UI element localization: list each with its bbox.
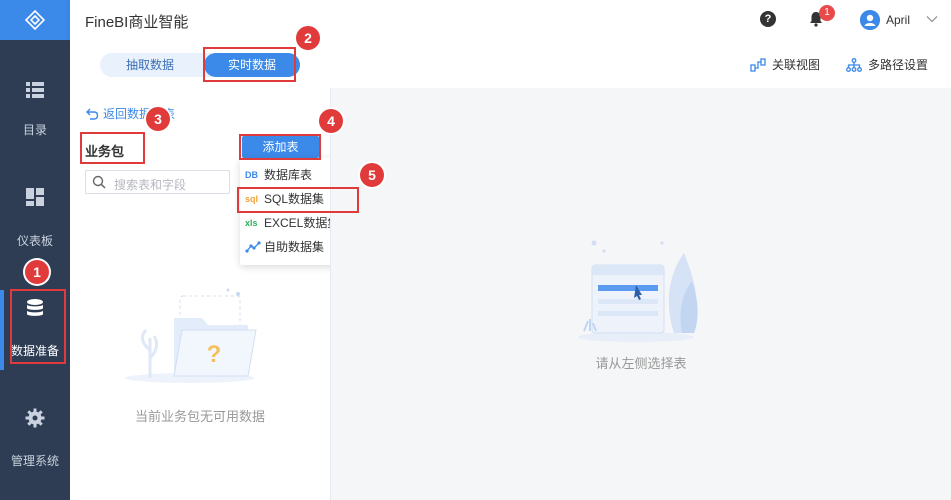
tab-extract-data[interactable]: 抽取数据 bbox=[100, 53, 200, 77]
search-input[interactable]: 搜索表和字段 bbox=[85, 170, 230, 194]
search-icon bbox=[92, 175, 106, 189]
logo-icon bbox=[24, 9, 46, 31]
annotation-number-2: 2 bbox=[296, 26, 320, 50]
empty-folder-illustration: ? bbox=[125, 288, 257, 383]
empty-state-text: 当前业务包无可用数据 bbox=[134, 409, 265, 424]
sidebar-item-admin[interactable]: 管理系统 bbox=[0, 400, 70, 480]
hierarchy-icon bbox=[846, 57, 862, 72]
notification-badge: 1 bbox=[819, 5, 835, 21]
svg-text:?: ? bbox=[207, 341, 222, 368]
multi-path-button[interactable]: 多路径设置 bbox=[846, 56, 928, 73]
annotation-box-1 bbox=[10, 289, 66, 364]
gear-icon bbox=[25, 408, 45, 428]
relation-view-button[interactable]: 关联视图 bbox=[750, 56, 820, 73]
sidebar-item-label: 目录 bbox=[22, 123, 47, 137]
annotation-number-5: 5 bbox=[360, 163, 384, 187]
app-logo[interactable] bbox=[0, 0, 70, 40]
top-header: FineBI商业智能 ? 1 April bbox=[70, 0, 951, 40]
relation-icon bbox=[750, 57, 766, 72]
search-placeholder: 搜索表和字段 bbox=[114, 178, 187, 192]
sidebar-item-dashboard[interactable]: 仪表板 bbox=[0, 180, 70, 260]
sidebar-item-catalog[interactable]: 目录 bbox=[0, 70, 70, 150]
chevron-down-icon[interactable] bbox=[926, 14, 938, 24]
db-icon: DB bbox=[245, 170, 258, 180]
sidebar-item-label: 管理系统 bbox=[10, 454, 59, 468]
back-arrow-icon bbox=[86, 108, 99, 120]
annotation-box-5 bbox=[237, 187, 359, 213]
relation-view-label: 关联视图 bbox=[772, 58, 821, 72]
annotation-number-3: 3 bbox=[146, 107, 170, 131]
annotation-number-1: 1 bbox=[25, 260, 49, 284]
annotation-box-2 bbox=[203, 47, 296, 82]
sidebar: 目录 仪表板 数据准备 管理系统 bbox=[0, 0, 70, 500]
multi-path-label: 多路径设置 bbox=[868, 58, 929, 72]
annotation-number-4: 4 bbox=[319, 109, 343, 133]
app-title: FineBI商业智能 bbox=[85, 14, 189, 31]
menu-item-label: 自助数据集 bbox=[264, 240, 325, 254]
select-table-hint: 请从左侧选择表 bbox=[595, 356, 687, 371]
menu-item-label: EXCEL数据集 bbox=[264, 216, 340, 230]
self-service-dataset-icon bbox=[245, 241, 261, 253]
select-table-illustration bbox=[578, 240, 698, 342]
annotation-box-3 bbox=[80, 132, 145, 164]
dashboard-icon bbox=[26, 188, 44, 206]
user-name[interactable]: April bbox=[886, 13, 910, 27]
avatar[interactable] bbox=[860, 10, 880, 30]
menu-item-label: 数据库表 bbox=[264, 168, 313, 182]
help-icon[interactable]: ? bbox=[760, 11, 776, 27]
annotation-box-4 bbox=[239, 134, 321, 160]
table-preview-area: 请从左侧选择表 bbox=[331, 88, 951, 500]
sidebar-item-label: 仪表板 bbox=[16, 234, 53, 248]
list-icon bbox=[26, 82, 44, 98]
xls-icon: xls bbox=[245, 218, 258, 228]
